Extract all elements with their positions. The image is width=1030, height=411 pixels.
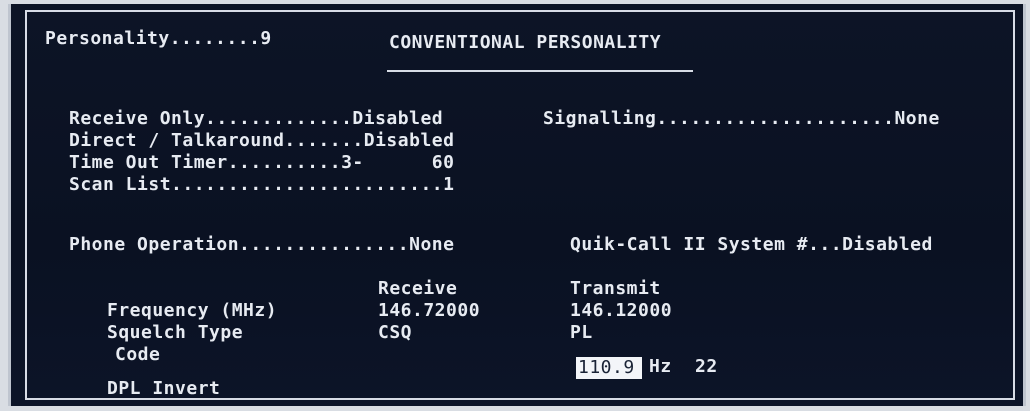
title-underline (387, 70, 693, 72)
squelch-type-label: Squelch Type (107, 322, 244, 343)
direct-talkaround-field[interactable]: Direct / Talkaround.......Disabled (69, 130, 454, 152)
squelch-transmit-value[interactable]: PL (570, 322, 593, 344)
receive-only-field[interactable]: Receive Only.............Disabled (69, 108, 443, 130)
frequency-receive-value[interactable]: 146.72000 (378, 300, 480, 322)
phone-operation-field[interactable]: Phone Operation...............None (69, 234, 454, 256)
transmit-column-header: Transmit (570, 278, 661, 299)
time-out-timer-field[interactable]: Time Out Timer..........3- 60 (69, 152, 454, 174)
frequency-transmit-value[interactable]: 146.12000 (570, 300, 672, 322)
quik-call-field[interactable]: Quik-Call II System #...Disabled (570, 234, 933, 256)
receive-column-header: Receive (378, 278, 458, 299)
radio-programming-screen: Personality........9 CONVENTIONAL PERSON… (8, 4, 1026, 406)
signalling-field[interactable]: Signalling.....................None (543, 108, 940, 130)
dpl-invert-label: DPL Invert (107, 378, 221, 399)
scan-list-field[interactable]: Scan List........................1 (69, 174, 454, 196)
frequency-label: Frequency (MHz) (107, 300, 278, 321)
squelch-receive-value[interactable]: CSQ (378, 322, 412, 344)
code-number: 22 (695, 356, 718, 377)
code-unit: Hz (649, 356, 672, 377)
code-value-field[interactable]: 110.9 (578, 357, 635, 379)
page-title: CONVENTIONAL PERSONALITY (389, 32, 662, 53)
personality-number: Personality........9 (45, 28, 272, 49)
code-label: Code (115, 344, 161, 365)
